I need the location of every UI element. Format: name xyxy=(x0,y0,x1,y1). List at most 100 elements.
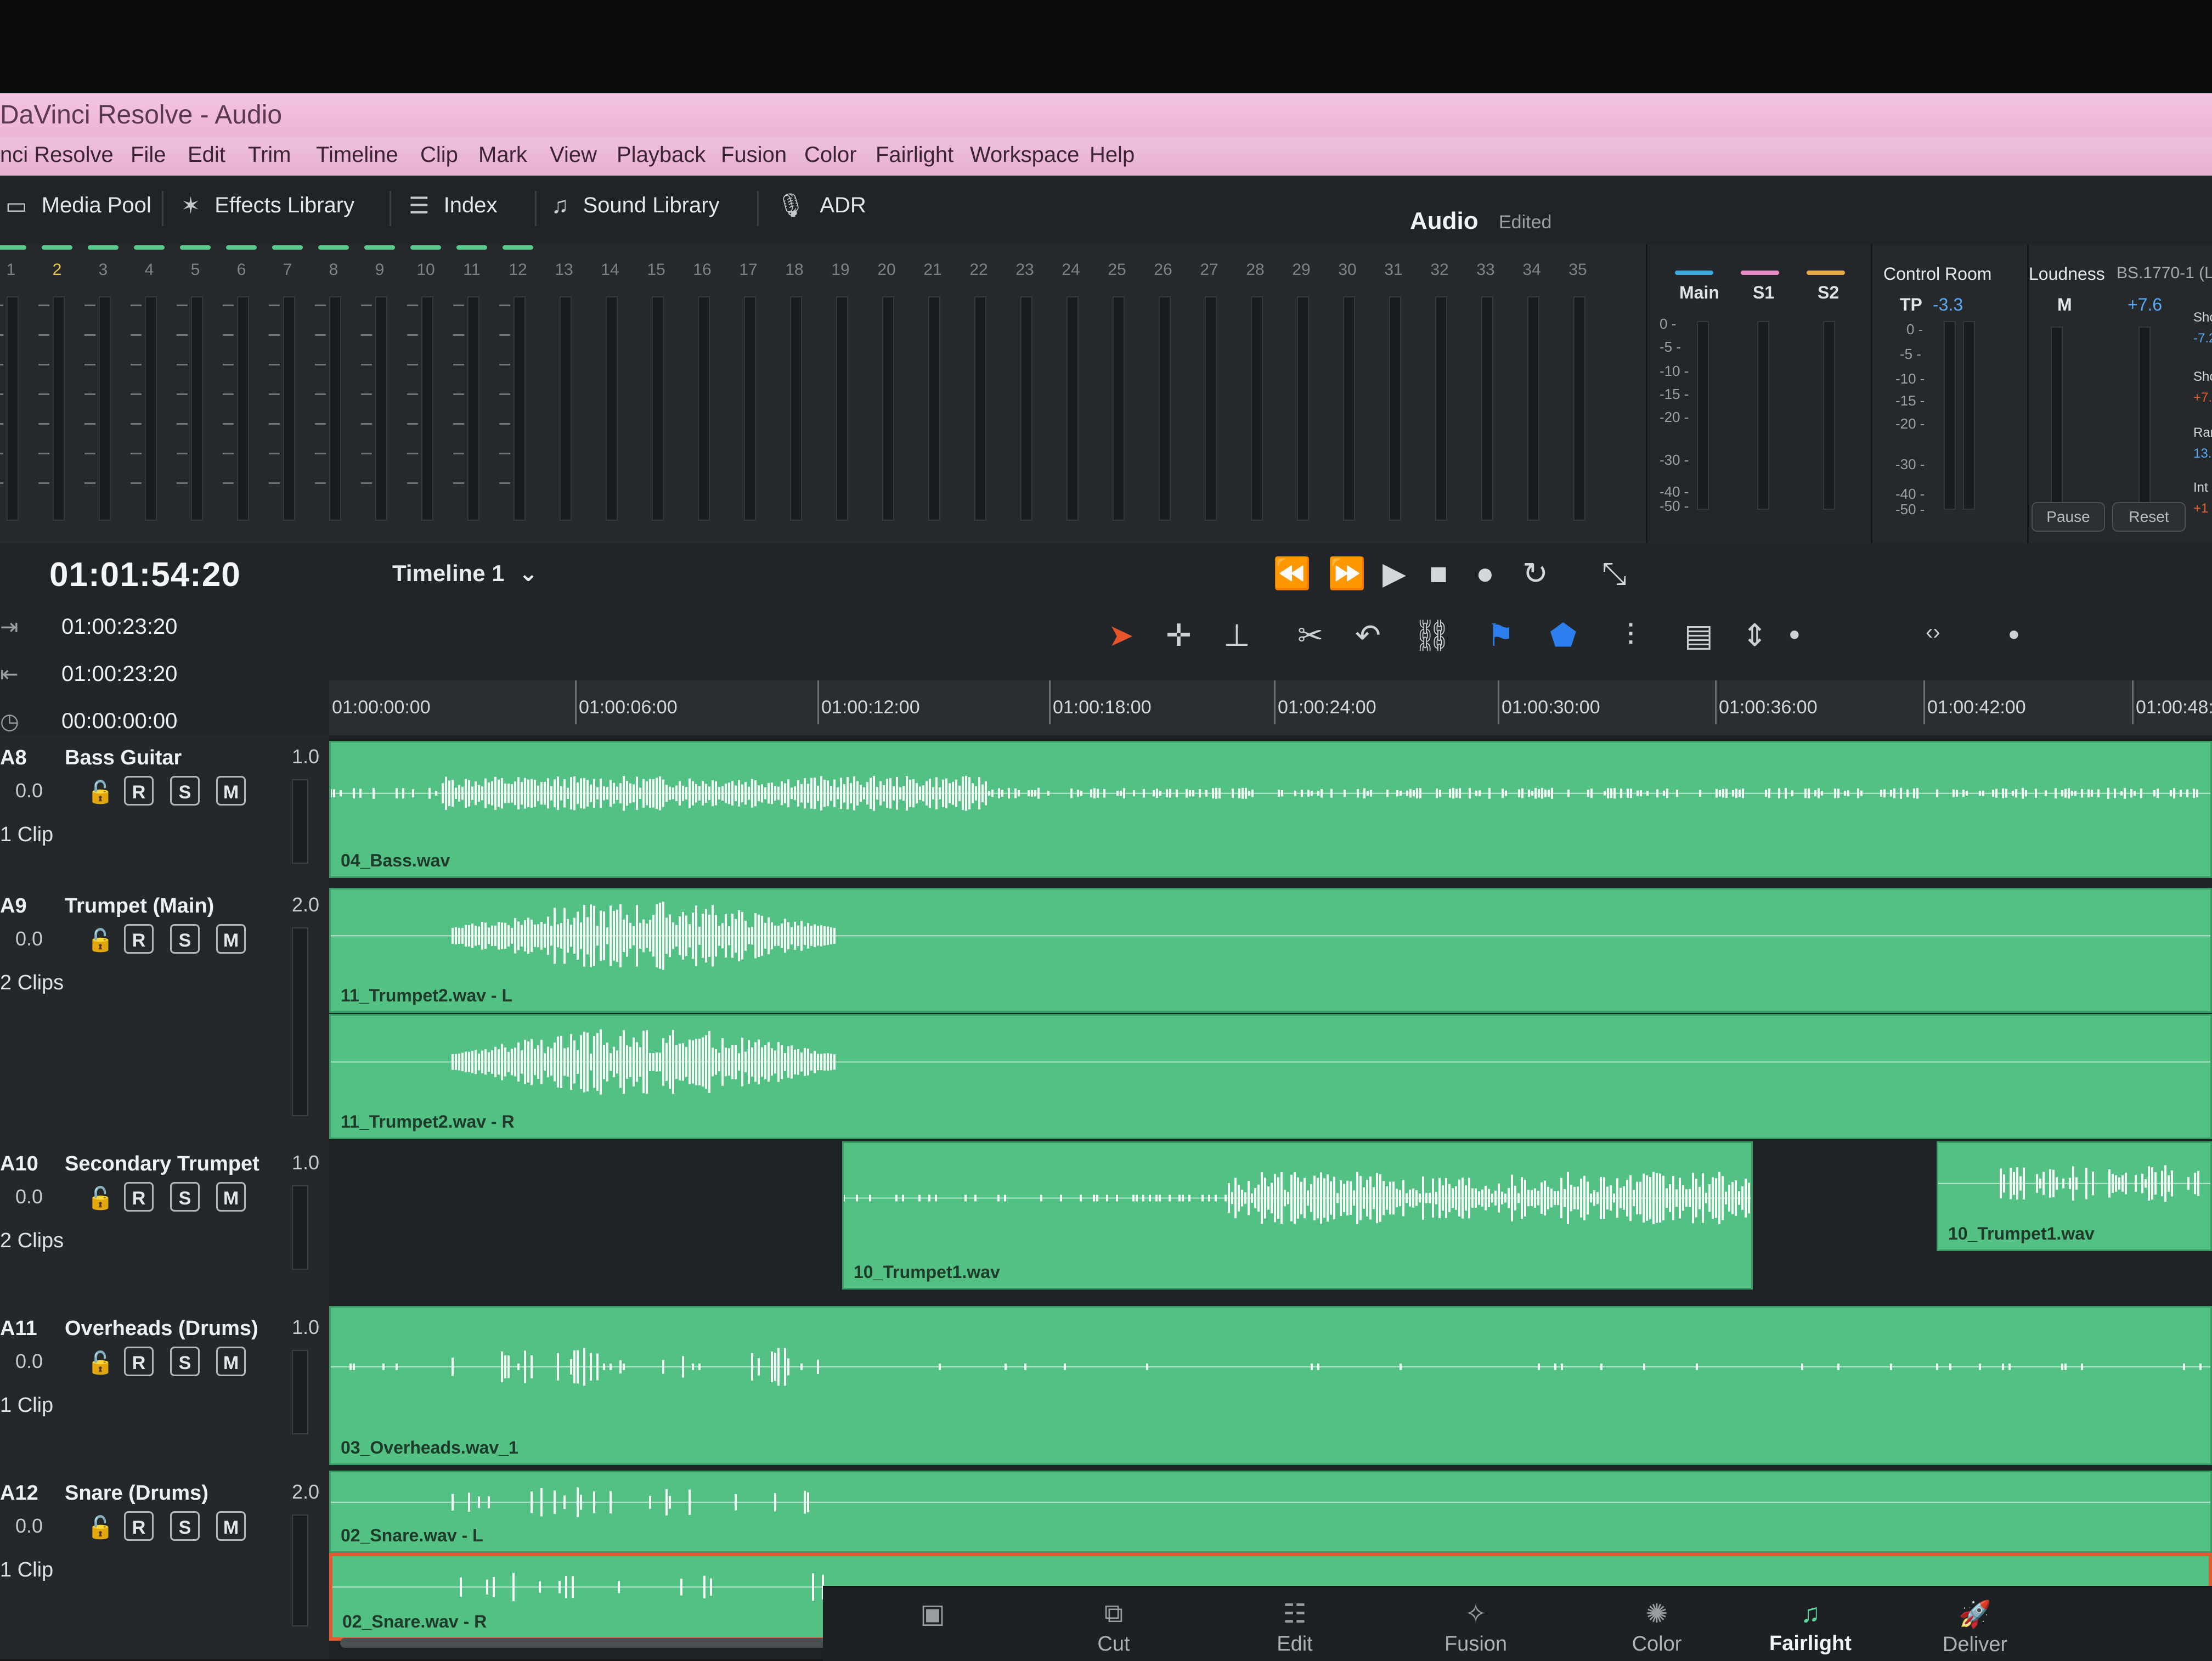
menu-mark[interactable]: Mark xyxy=(478,143,527,167)
meter-active-indicator xyxy=(456,245,487,250)
menu-edit[interactable]: Edit xyxy=(188,143,225,167)
lock-icon[interactable]: 🔓 xyxy=(87,927,114,953)
timeline-ruler[interactable]: 01:00:00:00 01:00:06:00 01:00:12:00 01:0… xyxy=(329,680,2212,736)
record-arm-button[interactable]: R xyxy=(124,776,154,806)
track-name[interactable]: Overheads (Drums) xyxy=(65,1317,258,1341)
track-height-icon[interactable]: ▤ xyxy=(1684,617,1713,654)
lock-icon[interactable]: 🔓 xyxy=(87,779,114,805)
track-header-a12[interactable]: A12 Snare (Drums) 2.0 0.0 🔓 R S M 1 Clip xyxy=(0,1471,329,1661)
focus-icon[interactable]: ⊥ xyxy=(1223,617,1250,654)
range-select-icon[interactable]: ✛ xyxy=(1166,617,1192,654)
solo-button[interactable]: S xyxy=(170,1182,200,1212)
marker-icon[interactable]: ⬟ xyxy=(1550,617,1577,654)
loop-icon[interactable]: ↻ xyxy=(1522,555,1548,592)
timeline-selector[interactable]: Timeline 1 ⌄ xyxy=(392,560,538,587)
pointer-icon[interactable]: ➤ xyxy=(1108,617,1134,654)
media-pool-button[interactable]: ▭ Media Pool xyxy=(5,192,151,219)
solo-button[interactable]: S xyxy=(170,1511,200,1541)
slip-icon[interactable]: ↶ xyxy=(1355,617,1381,654)
menu-trim[interactable]: Trim xyxy=(248,143,291,167)
adr-button[interactable]: 🎙 ADR xyxy=(776,192,866,219)
audio-clip[interactable]: 03_Overheads.wav_1 xyxy=(329,1306,2212,1465)
page-fairlight[interactable]: ♫ Fairlight xyxy=(1756,1598,1865,1656)
zoom-slider-handle[interactable]: ● xyxy=(2008,622,2020,645)
audio-clip[interactable]: 04_Bass.wav xyxy=(329,741,2212,878)
page-fusion[interactable]: ✧ Fusion xyxy=(1421,1598,1531,1656)
reset-button[interactable]: Reset xyxy=(2112,502,2186,532)
bus-meters: Main S1 S2 0 - -5 - -10 - -15 - -20 - -3… xyxy=(1646,244,1872,543)
record-arm-button[interactable]: R xyxy=(124,1511,154,1541)
menu-file[interactable]: File xyxy=(131,143,166,167)
mute-button[interactable]: M xyxy=(216,924,246,954)
automation-icon[interactable]: ⤡ xyxy=(1602,555,1627,592)
record-arm-button[interactable]: R xyxy=(124,1182,154,1212)
pause-button[interactable]: Pause xyxy=(2032,502,2105,532)
track-header-a8[interactable]: A8 Bass Guitar 1.0 0.0 🔓 R S M 1 Clip xyxy=(0,735,329,885)
page-edit[interactable]: ☷ Edit xyxy=(1240,1598,1350,1656)
solo-button[interactable]: S xyxy=(170,924,200,954)
track-header-a11[interactable]: A11 Overheads (Drums) 1.0 0.0 🔓 R S M 1 … xyxy=(0,1306,329,1472)
sound-library-button[interactable]: ♫ Sound Library xyxy=(551,192,720,218)
meter-scale-tick xyxy=(315,334,326,336)
meter-scale-tick xyxy=(223,482,234,484)
meter-scale-tick xyxy=(223,423,234,425)
play-icon[interactable]: ▶ xyxy=(1383,555,1406,592)
lock-icon[interactable]: 🔓 xyxy=(87,1350,114,1376)
solo-button[interactable]: S xyxy=(170,1347,200,1376)
page-color[interactable]: ✺ Color xyxy=(1602,1598,1712,1656)
track-volume[interactable]: 0.0 xyxy=(15,927,43,950)
menu-workspace[interactable]: Workspace xyxy=(970,143,1079,167)
page-deliver[interactable]: 🚀 Deliver xyxy=(1920,1598,2030,1657)
flag-icon[interactable]: ⚑ xyxy=(1487,617,1514,654)
mute-button[interactable]: M xyxy=(216,1182,246,1212)
track-header-a9[interactable]: A9 Trumpet (Main) 2.0 0.0 🔓 R S M 2 Clip… xyxy=(0,883,329,1143)
track-volume[interactable]: 0.0 xyxy=(15,1185,43,1208)
track-name[interactable]: Bass Guitar xyxy=(65,746,182,770)
record-icon[interactable]: ● xyxy=(1476,555,1494,591)
lock-icon[interactable]: 🔓 xyxy=(87,1514,114,1540)
track-volume[interactable]: 0.0 xyxy=(15,1350,43,1373)
track-header-a10[interactable]: A10 Secondary Trumpet 1.0 0.0 🔓 R S M 2 … xyxy=(0,1141,329,1308)
menu-fusion[interactable]: Fusion xyxy=(721,143,787,167)
menu-playback[interactable]: Playback xyxy=(617,143,706,167)
mute-button[interactable]: M xyxy=(216,1511,246,1541)
mute-button[interactable]: M xyxy=(216,1347,246,1376)
audio-clip[interactable]: 10_Trumpet1.wav xyxy=(1937,1141,2212,1251)
track-name[interactable]: Trumpet (Main) xyxy=(65,894,214,918)
razor-icon[interactable]: ✂ xyxy=(1297,617,1323,654)
effects-library-button[interactable]: ✶ Effects Library xyxy=(181,192,354,219)
menu-app[interactable]: nci Resolve xyxy=(0,143,114,167)
record-arm-button[interactable]: R xyxy=(124,924,154,954)
rewind-icon[interactable]: ⏪ xyxy=(1273,555,1311,592)
menu-clip[interactable]: Clip xyxy=(420,143,458,167)
page-media[interactable]: ▣ xyxy=(878,1598,988,1632)
index-button[interactable]: ☰ Index xyxy=(409,192,498,219)
mute-button[interactable]: M xyxy=(216,776,246,806)
menu-view[interactable]: View xyxy=(550,143,597,167)
menu-timeline[interactable]: Timeline xyxy=(316,143,398,167)
link-icon[interactable]: ⛓ xyxy=(1413,617,1452,654)
track-volume[interactable]: 0.0 xyxy=(15,1514,43,1538)
vertical-zoom-icon[interactable]: ⇕ xyxy=(1742,617,1768,654)
menu-color[interactable]: Color xyxy=(804,143,857,167)
fast-forward-icon[interactable]: ⏩ xyxy=(1328,555,1366,592)
menu-fairlight[interactable]: Fairlight xyxy=(876,143,953,167)
waveform-zoom-icon[interactable]: ⫶ xyxy=(1627,617,1634,654)
audio-clip[interactable]: 10_Trumpet1.wav xyxy=(842,1141,1753,1290)
zoom-slider-handle[interactable]: ● xyxy=(1788,622,1801,645)
horizontal-zoom-icon[interactable]: ‹› xyxy=(1926,620,1940,645)
loudness-meter xyxy=(2051,326,2063,504)
ruler-tick xyxy=(1498,680,1499,724)
track-name[interactable]: Secondary Trumpet xyxy=(65,1152,259,1176)
page-cut[interactable]: ⧉ Cut xyxy=(1059,1598,1169,1656)
audio-clip[interactable]: 11_Trumpet2.wav - L xyxy=(329,888,2212,1013)
track-volume[interactable]: 0.0 xyxy=(15,779,43,802)
audio-clip[interactable]: 02_Snare.wav - L xyxy=(329,1471,2212,1553)
solo-button[interactable]: S xyxy=(170,776,200,806)
track-name[interactable]: Snare (Drums) xyxy=(65,1482,208,1505)
audio-clip[interactable]: 11_Trumpet2.wav - R xyxy=(329,1014,2212,1139)
lock-icon[interactable]: 🔓 xyxy=(87,1185,114,1211)
menu-help[interactable]: Help xyxy=(1090,143,1135,167)
stop-icon[interactable]: ■ xyxy=(1429,555,1448,591)
record-arm-button[interactable]: R xyxy=(124,1347,154,1376)
